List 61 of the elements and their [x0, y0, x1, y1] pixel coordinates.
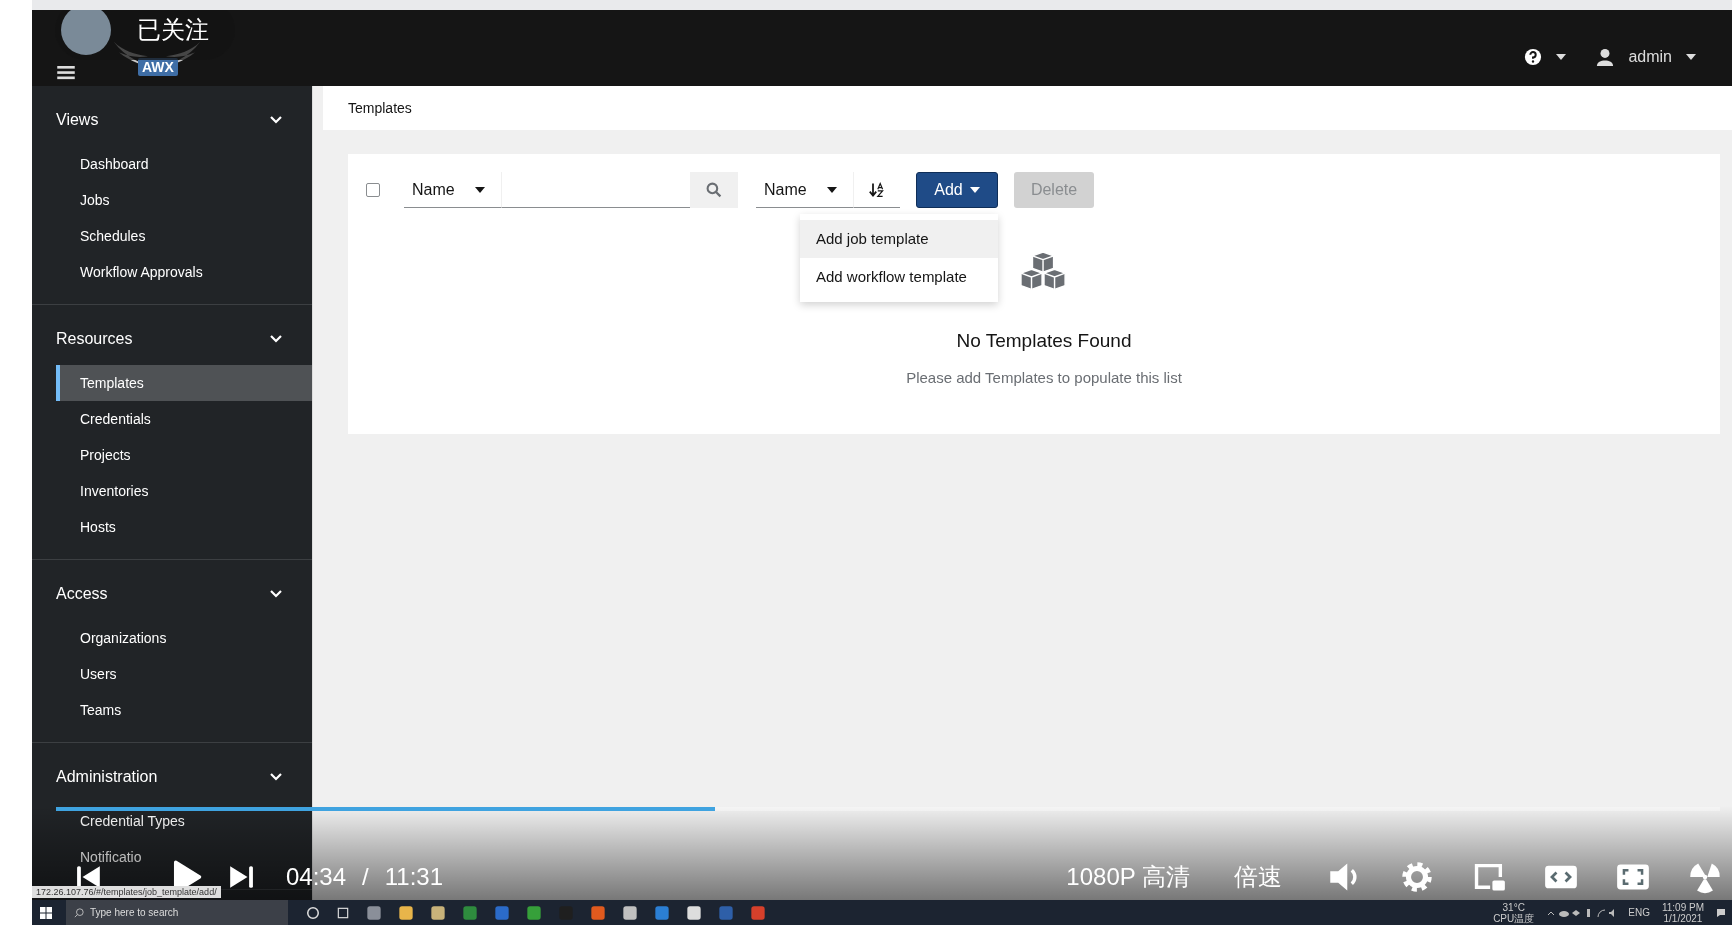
- app-icon[interactable]: [686, 904, 702, 921]
- nav-item[interactable]: Dashboard: [56, 146, 312, 182]
- nav-item[interactable]: Credential Types: [56, 803, 312, 839]
- app-icon[interactable]: [526, 904, 542, 921]
- windows-start-icon[interactable]: [40, 906, 52, 919]
- user-icon: [1596, 48, 1615, 66]
- empty-state-message: Please add Templates to populate this list: [906, 369, 1182, 386]
- nav-item[interactable]: Users: [56, 656, 312, 692]
- tray-icons[interactable]: [1546, 907, 1617, 918]
- time-separator: /: [362, 863, 369, 891]
- add-button[interactable]: Add: [916, 172, 998, 208]
- nav-item[interactable]: Hosts: [56, 509, 312, 545]
- search-icon: [74, 907, 84, 918]
- avatar: [61, 10, 111, 55]
- search-icon: [706, 182, 722, 198]
- taskbar-search-field[interactable]: Type here to search: [66, 900, 288, 925]
- nav-section-toggle[interactable]: Administration: [32, 755, 312, 799]
- duration: 11:31: [384, 863, 443, 891]
- app-icon[interactable]: [366, 904, 382, 921]
- nav-item[interactable]: Organizations: [56, 620, 312, 656]
- nav-section-toggle[interactable]: Views: [32, 98, 312, 142]
- progress-track[interactable]: [56, 807, 1720, 811]
- next-icon[interactable]: [228, 864, 254, 890]
- caret-icon: [969, 187, 980, 193]
- user-name[interactable]: admin: [1628, 48, 1672, 66]
- menu-item[interactable]: Add job template: [800, 220, 998, 258]
- task-view-icon[interactable]: [336, 905, 350, 920]
- sort-icon: [869, 181, 885, 198]
- nav-item[interactable]: Schedules: [56, 218, 312, 254]
- help-icon[interactable]: [1524, 48, 1543, 66]
- link-status-tooltip: 172.26.107.76/#/templates/job_template/add/: [32, 886, 221, 898]
- caret-icon[interactable]: [1686, 54, 1696, 60]
- cpu-temperature: 31°C CPU温度: [1493, 901, 1535, 924]
- nav-item[interactable]: Templates: [56, 365, 312, 401]
- breadcrumb[interactable]: Templates: [348, 100, 412, 116]
- caret-icon: [827, 186, 837, 193]
- app-icon[interactable]: [622, 904, 638, 921]
- nav-section-toggle[interactable]: Resources: [32, 317, 312, 361]
- taskbar-clock[interactable]: 11:09 PM 1/1/2021: [1661, 901, 1704, 924]
- app-icon[interactable]: [398, 904, 414, 921]
- menu-icon[interactable]: [56, 66, 76, 80]
- nav-item[interactable]: Credentials: [56, 401, 312, 437]
- language-indicator[interactable]: ENG: [1628, 907, 1650, 918]
- menu-item[interactable]: Add workflow template: [800, 258, 998, 296]
- caret-icon[interactable]: [1556, 54, 1567, 60]
- nav-item[interactable]: Projects: [56, 437, 312, 473]
- empty-state-title: No Templates Found: [956, 330, 1132, 352]
- settings-icon[interactable]: [1400, 860, 1434, 894]
- cortana-icon[interactable]: [306, 905, 320, 920]
- select-all-checkbox[interactable]: [366, 183, 380, 197]
- app-icon[interactable]: [430, 904, 446, 921]
- caret-icon: [475, 186, 485, 193]
- nav-item[interactable]: Inventories: [56, 473, 312, 509]
- nav-section-toggle[interactable]: Access: [32, 572, 312, 616]
- filter-select[interactable]: Name: [404, 172, 502, 208]
- nav-item[interactable]: Jobs: [56, 182, 312, 218]
- sort-select[interactable]: Name: [756, 172, 854, 208]
- nav-item[interactable]: Workflow Approvals: [56, 254, 312, 290]
- notification-icon[interactable]: [1716, 907, 1726, 918]
- search-button[interactable]: [690, 172, 738, 208]
- nav-item[interactable]: Teams: [56, 692, 312, 728]
